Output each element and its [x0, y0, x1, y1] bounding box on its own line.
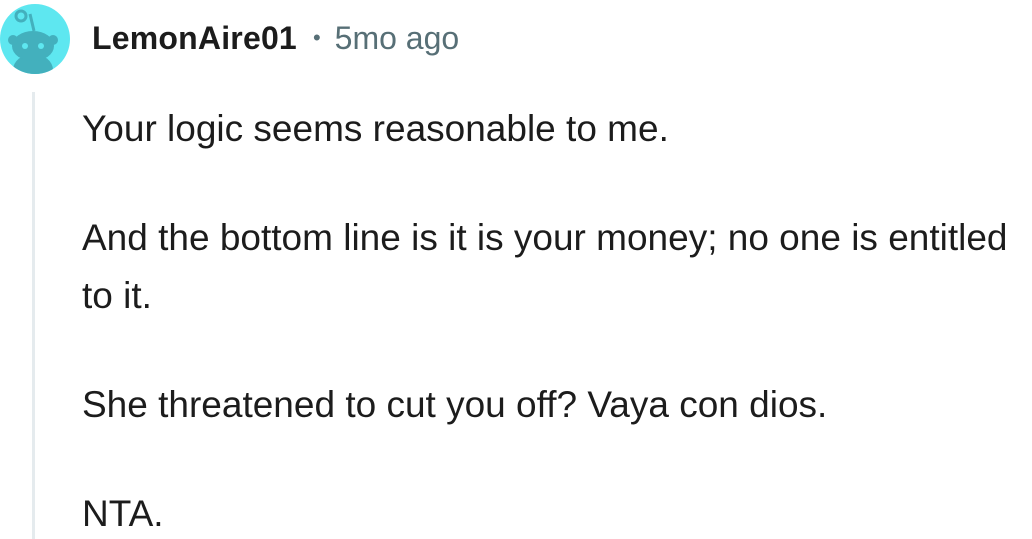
username-link[interactable]: LemonAire01 [92, 20, 297, 57]
thread-line[interactable] [32, 92, 35, 539]
comment-paragraph: And the bottom line is it is your money;… [82, 217, 1008, 316]
comment-paragraph: NTA. [82, 493, 164, 534]
avatar-icon[interactable] [0, 4, 70, 74]
comment-timestamp[interactable]: 5mo ago [335, 20, 460, 57]
comment-paragraph: She threatened to cut you off? Vaya con … [82, 384, 828, 425]
comment-body: Your logic seems reasonable to me. And t… [82, 100, 1027, 539]
comment-header: LemonAire01 • 5mo ago [92, 18, 459, 58]
comment-paragraph: Your logic seems reasonable to me. [82, 108, 669, 149]
meta-separator: • [312, 25, 321, 50]
